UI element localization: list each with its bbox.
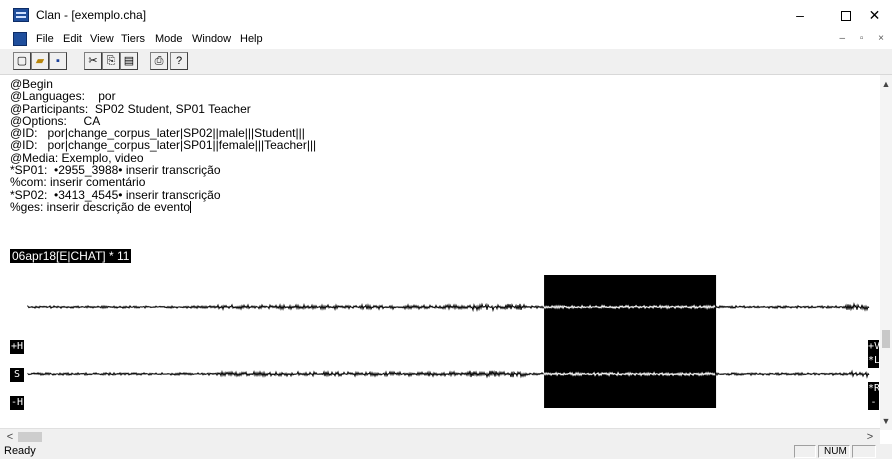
close-button[interactable]: ✕: [857, 0, 892, 30]
transcript-editor[interactable]: @Begin @Languages: por @Participants: SP…: [10, 78, 880, 253]
print-icon: ⎙: [154, 55, 164, 67]
paste-button[interactable]: ▤: [120, 52, 138, 70]
clan-app-icon[interactable]: [13, 8, 29, 22]
menu-bar: File Edit View Tiers Mode Window Help – …: [0, 30, 892, 49]
right-channel-waveform: [27, 369, 870, 379]
paste-icon: ▤: [123, 55, 135, 67]
cut-icon: ✂: [88, 55, 98, 67]
scroll-left-icon[interactable]: <: [2, 429, 18, 445]
editor-line-id-sp01[interactable]: @ID: por|change_corpus_later|SP01||femal…: [10, 139, 880, 152]
copy-icon: ⎘: [106, 55, 116, 67]
copy-button[interactable]: ⎘: [102, 52, 120, 70]
window-title: Clan - [exemplo.cha]: [36, 8, 147, 22]
wave-label-plus-v[interactable]: +V: [868, 340, 880, 354]
help-button[interactable]: ?: [170, 52, 188, 70]
title-bar: Clan - [exemplo.cha] – ✕: [0, 0, 892, 30]
menu-file[interactable]: File: [36, 33, 54, 45]
maximize-icon: [841, 11, 851, 22]
print-button[interactable]: ⎙: [150, 52, 168, 70]
cut-button[interactable]: ✂: [84, 52, 102, 70]
text-caret: [190, 200, 192, 213]
open-folder-icon: ▰: [35, 55, 45, 67]
toolbar: ▢ ▰ ▪ ✂ ⎘ ▤ ⎙ ?: [0, 49, 892, 75]
scroll-down-icon[interactable]: ▼: [880, 414, 892, 428]
status-text: Ready: [4, 445, 36, 457]
wave-label-r[interactable]: *R: [868, 382, 880, 396]
scroll-up-icon[interactable]: ▲: [880, 77, 892, 91]
left-channel-waveform: [27, 302, 870, 313]
wave-label-minus-h[interactable]: -H: [10, 396, 24, 410]
minimize-icon: –: [796, 7, 804, 23]
status-pane-blank: [794, 445, 816, 458]
editor-line-com[interactable]: %com: inserir comentário: [10, 176, 880, 189]
editor-line-ges-text: %ges: inserir descrição de evento: [10, 199, 191, 214]
editor-line-participants[interactable]: @Participants: SP02 Student, SP01 Teache…: [10, 102, 880, 115]
status-bar: Ready NUM: [0, 444, 892, 459]
open-file-button[interactable]: ▰: [31, 52, 49, 70]
menu-edit[interactable]: Edit: [63, 33, 82, 45]
vertical-scroll-thumb[interactable]: [882, 330, 890, 348]
menu-window[interactable]: Window: [192, 33, 231, 45]
save-button[interactable]: ▪: [49, 52, 67, 70]
menu-help[interactable]: Help: [240, 33, 263, 45]
waveform-selection[interactable]: [544, 275, 717, 408]
new-file-button[interactable]: ▢: [13, 52, 31, 70]
wave-label-l[interactable]: *L: [868, 354, 880, 368]
sound-waveform[interactable]: [10, 268, 870, 414]
editor-line-begin[interactable]: @Begin: [10, 78, 880, 91]
mdi-window-controls[interactable]: – ▫ ×: [839, 33, 890, 44]
wave-label-s[interactable]: S: [10, 368, 24, 382]
scroll-right-icon[interactable]: >: [862, 429, 878, 445]
menu-tiers[interactable]: Tiers: [121, 33, 145, 45]
status-pane-blank-2: [852, 445, 876, 458]
editor-line-languages[interactable]: @Languages: por: [10, 90, 880, 103]
menu-view[interactable]: View: [90, 33, 114, 45]
minimize-button[interactable]: –: [777, 0, 823, 30]
horizontal-scroll-thumb[interactable]: [18, 432, 42, 442]
help-icon: ?: [175, 55, 183, 67]
editor-line-ges[interactable]: %ges: inserir descrição de evento: [10, 201, 880, 213]
close-icon: ✕: [868, 7, 881, 23]
wave-label-plus-h[interactable]: +H: [10, 340, 24, 354]
wave-label-minus-v[interactable]: -V: [868, 396, 879, 422]
document-icon[interactable]: [13, 32, 27, 46]
menu-mode[interactable]: Mode: [155, 33, 183, 45]
new-file-icon: ▢: [16, 55, 28, 67]
file-status-label: 06apr18[E|CHAT] * 11: [10, 249, 132, 263]
horizontal-scrollbar[interactable]: < >: [0, 428, 880, 444]
vertical-scrollbar[interactable]: ▲ ▼: [880, 75, 892, 430]
save-icon: ▪: [56, 55, 60, 67]
status-num-indicator: NUM: [818, 445, 850, 458]
